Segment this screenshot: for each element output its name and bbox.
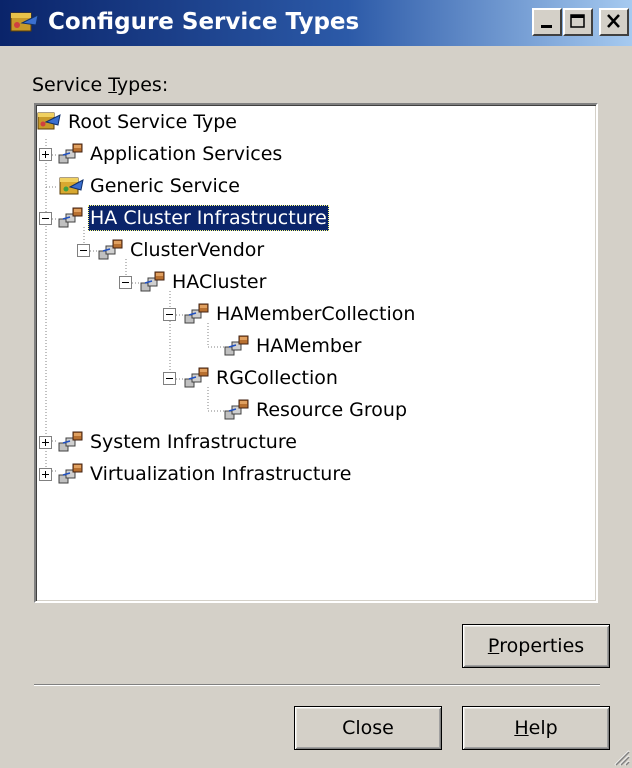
- tree-item-label: Application Services: [90, 143, 283, 165]
- tree-item-label: Resource Group: [256, 399, 408, 421]
- tree-item-label: HACluster: [172, 271, 267, 293]
- tree-item[interactable]: HAMember: [224, 331, 363, 361]
- expand-button[interactable]: [39, 148, 52, 161]
- root-service-icon: [36, 109, 62, 135]
- service-network-icon: [224, 333, 250, 359]
- service-network-icon: [184, 365, 210, 391]
- expand-button[interactable]: [39, 468, 52, 481]
- maximize-icon: [570, 14, 585, 28]
- collapse-button[interactable]: [163, 308, 176, 321]
- service-network-icon: [184, 301, 210, 327]
- service-network-icon: [98, 237, 124, 263]
- tree-item-label: HA Cluster Infrastructure: [88, 205, 329, 231]
- minus-icon: [42, 218, 49, 219]
- expand-button[interactable]: [39, 436, 52, 449]
- plus-icon: [42, 151, 49, 158]
- tree-item-label: RGCollection: [216, 367, 338, 389]
- plus-icon: [42, 471, 49, 478]
- help-button[interactable]: Help: [462, 706, 610, 750]
- tree-item[interactable]: HACluster: [140, 267, 268, 297]
- minus-icon: [166, 314, 173, 315]
- service-types-icon: [10, 12, 39, 32]
- properties-button[interactable]: Properties: [462, 624, 610, 668]
- tree-item[interactable]: Virtualization Infrastructure: [58, 459, 353, 489]
- close-window-button[interactable]: [599, 8, 629, 36]
- properties-label: roperties: [499, 635, 585, 657]
- collapse-button[interactable]: [39, 212, 52, 225]
- close-button[interactable]: Close: [294, 706, 442, 750]
- minus-icon: [122, 282, 129, 283]
- service-network-icon: [58, 429, 84, 455]
- service-network-icon: [58, 461, 84, 487]
- maximize-button[interactable]: [563, 8, 593, 36]
- tree-item-label: Generic Service: [90, 175, 240, 197]
- tree-item-label: HAMemberCollection: [216, 303, 416, 325]
- label-mnemonic: T: [108, 74, 117, 96]
- tree-item[interactable]: Resource Group: [224, 395, 409, 425]
- minus-icon: [166, 378, 173, 379]
- tree-item-label: ClusterVendor: [130, 239, 265, 261]
- help-label: elp: [528, 717, 558, 739]
- service-network-icon: [224, 397, 250, 423]
- window-title: Configure Service Types: [48, 9, 360, 35]
- collapse-button[interactable]: [163, 372, 176, 385]
- properties-mnemonic: P: [487, 635, 500, 657]
- footer-separator: [34, 684, 600, 686]
- service-network-icon: [58, 205, 84, 231]
- resize-grip-icon[interactable]: [610, 746, 630, 766]
- collapse-button[interactable]: [119, 276, 132, 289]
- label-text-rest: ypes:: [116, 74, 169, 96]
- minimize-icon: [541, 25, 552, 28]
- tree-item-label: System Infrastructure: [90, 431, 297, 453]
- tree-item-label: Root Service Type: [68, 111, 237, 133]
- tree-item[interactable]: Root Service Type: [36, 107, 239, 137]
- generic-service-icon: [58, 173, 84, 199]
- service-types-tree[interactable]: Root Service Type Application Services Gen…: [34, 103, 598, 603]
- tree-item-label: Virtualization Infrastructure: [90, 463, 352, 485]
- minus-icon: [80, 250, 87, 251]
- tree-item[interactable]: HAMemberCollection: [184, 299, 417, 329]
- close-icon: [607, 14, 620, 28]
- tree-item[interactable]: HA Cluster Infrastructure: [58, 203, 329, 233]
- help-mnemonic: H: [514, 717, 529, 739]
- collapse-button[interactable]: [77, 244, 90, 257]
- tree-item-label: HAMember: [256, 335, 362, 357]
- title-bar[interactable]: Configure Service Types: [0, 0, 632, 46]
- tree-item[interactable]: System Infrastructure: [58, 427, 299, 457]
- tree-item[interactable]: Generic Service: [58, 171, 242, 201]
- label-text: Service: [32, 74, 109, 96]
- tree-item[interactable]: Application Services: [58, 139, 284, 169]
- tree-item[interactable]: ClusterVendor: [98, 235, 266, 265]
- minimize-button[interactable]: [532, 8, 562, 36]
- plus-icon: [42, 439, 49, 446]
- service-network-icon: [58, 141, 84, 167]
- service-types-label: Service Types:: [32, 74, 168, 96]
- tree-item[interactable]: RGCollection: [184, 363, 340, 393]
- service-network-icon: [140, 269, 166, 295]
